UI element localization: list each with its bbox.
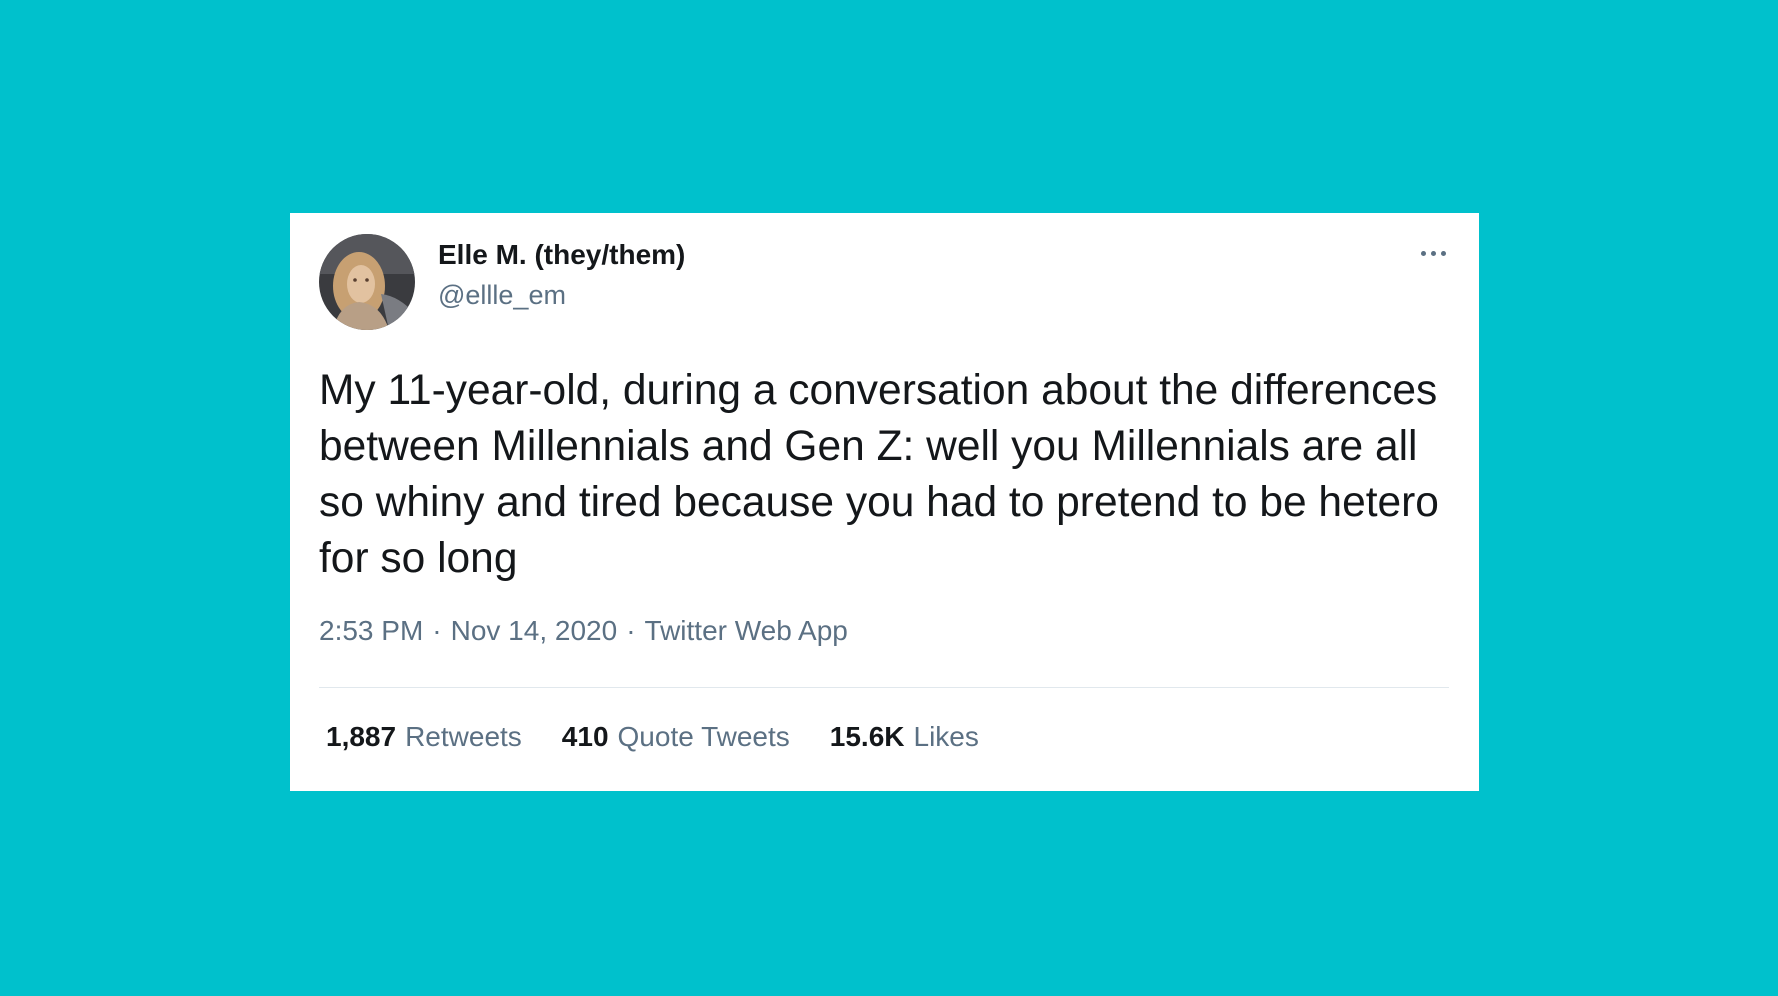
likes-label: Likes	[913, 721, 979, 752]
separator: ·	[432, 615, 442, 646]
likes-stat[interactable]: 15.6K Likes	[830, 721, 979, 753]
divider	[319, 687, 1449, 688]
tweet-metadata: 2:53 PM · Nov 14, 2020 · Twitter Web App	[319, 615, 848, 647]
tweet-time[interactable]: 2:53 PM	[319, 615, 423, 646]
user-handle[interactable]: @ellle_em	[438, 280, 566, 311]
retweets-count: 1,887	[326, 721, 397, 752]
quote-tweets-stat[interactable]: 410 Quote Tweets	[562, 721, 790, 753]
profile-photo	[319, 234, 415, 330]
quote-tweets-count: 410	[561, 721, 609, 752]
tweet-text: My 11-year-old, during a conversation ab…	[319, 367, 1439, 582]
display-name[interactable]: Elle M. (they/them)	[438, 239, 685, 271]
tweet-card: Elle M. (they/them) @ellle_em My 11-year…	[290, 213, 1479, 791]
likes-count: 15.6K	[829, 721, 905, 752]
more-options-icon	[1420, 250, 1426, 256]
more-options-button[interactable]	[1410, 235, 1456, 271]
tweet-source[interactable]: Twitter Web App	[645, 615, 848, 646]
tweet-date[interactable]: Nov 14, 2020	[451, 615, 618, 646]
retweets-stat[interactable]: 1,887 Retweets	[326, 721, 522, 753]
tweet-stats: 1,887 Retweets 410 Quote Tweets 15.6K Likes	[326, 721, 979, 753]
quote-tweets-label: Quote Tweets	[617, 721, 790, 752]
retweets-label: Retweets	[405, 721, 522, 752]
separator: ·	[626, 615, 636, 646]
avatar[interactable]	[319, 234, 415, 330]
